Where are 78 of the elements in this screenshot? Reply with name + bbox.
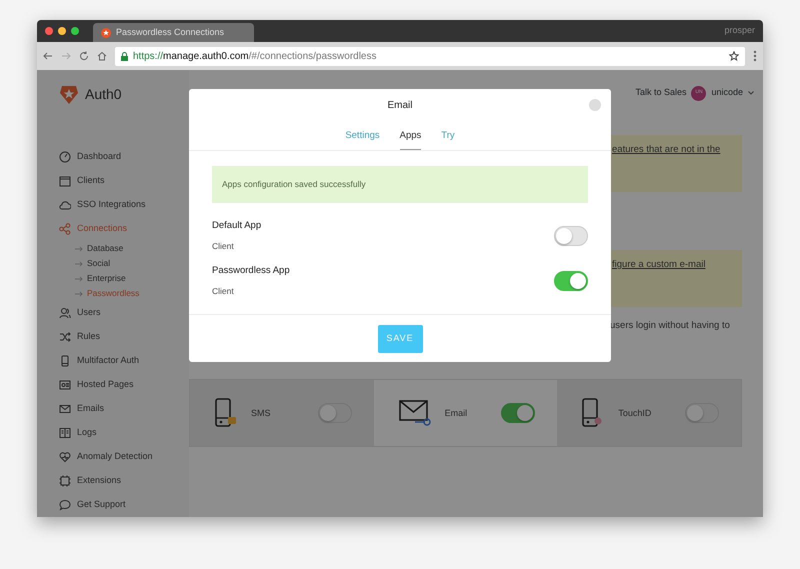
speech-bubble-icon (59, 499, 71, 511)
sidebar-item[interactable]: Emails (59, 397, 104, 421)
connection-card[interactable]: TouchID (557, 380, 742, 446)
sidebar-subitem[interactable]: Social (75, 256, 110, 271)
sidebar-item[interactable]: Users (59, 301, 101, 325)
envelope-icon (398, 400, 431, 426)
arrow-icon (75, 276, 83, 282)
modal-tab[interactable]: Settings (345, 129, 380, 150)
phone-icon (59, 355, 71, 367)
app-name: Default App (212, 219, 262, 234)
connection-name: SMS (251, 406, 271, 420)
modal-tab[interactable]: Try (441, 129, 455, 150)
toggle-switch[interactable] (318, 403, 352, 424)
sidebar-item[interactable]: Extensions (59, 469, 122, 493)
toggle-switch[interactable] (554, 226, 588, 246)
reload-icon[interactable] (79, 51, 89, 61)
user-menu[interactable]: unicode (711, 86, 743, 100)
phone-icon (582, 398, 604, 428)
sidebar-item[interactable]: Clients (59, 169, 105, 193)
sidebar-item[interactable]: Dashboard (59, 145, 122, 169)
close-window-icon[interactable] (45, 27, 53, 35)
toggle-switch[interactable] (501, 403, 536, 424)
sidebar-item[interactable]: Hosted Pages (59, 373, 134, 397)
sidebar-subitem[interactable]: Passwordless (75, 286, 140, 301)
sidebar-subitem[interactable]: Database (75, 241, 124, 256)
home-icon[interactable] (97, 51, 107, 61)
nodes-icon (59, 223, 71, 235)
heart-icon (59, 451, 71, 463)
success-alert: Apps configuration saved successfully (212, 166, 588, 204)
sidebar-item[interactable]: Logs (59, 421, 97, 445)
shuffle-icon (59, 331, 71, 343)
arrow-icon (75, 290, 83, 296)
phone-icon (215, 398, 237, 428)
modal-tab[interactable]: Apps (400, 129, 422, 150)
caret-icon[interactable] (748, 91, 754, 95)
browser-tab[interactable]: Passwordless Connections (93, 23, 254, 42)
minimize-window-icon[interactable] (58, 27, 66, 35)
connection-card[interactable]: SMS (190, 380, 374, 446)
talk-to-sales-link[interactable]: Talk to Sales (635, 86, 686, 100)
connection-card[interactable]: Email (374, 380, 558, 446)
notice-link[interactable]: eatures that are not in the (612, 144, 720, 155)
back-icon[interactable] (43, 51, 53, 61)
gauge-icon (59, 151, 71, 163)
star-shield-icon (101, 28, 111, 38)
connection-name: Email (444, 406, 468, 420)
window-icon (59, 175, 71, 187)
logo-icon (59, 84, 79, 104)
notice-link[interactable]: figure a custom e-mail (612, 259, 706, 270)
toggle-switch[interactable] (554, 270, 588, 291)
app-type: Client (212, 284, 235, 298)
menu-icon[interactable] (753, 50, 757, 62)
profile-name: prosper (724, 24, 755, 38)
sidebar-item[interactable]: Get Support (59, 493, 126, 517)
sidebar-item[interactable]: Anomaly Detection (59, 445, 153, 469)
cloud-icon (59, 199, 71, 211)
app-name: Passwordless App (212, 264, 290, 278)
maximize-window-icon[interactable] (71, 27, 79, 35)
app-type: Client (212, 240, 235, 252)
modal-title: Email (386, 99, 414, 113)
bookmark-star-icon[interactable] (729, 51, 739, 61)
address-bar[interactable]: https://manage.auth0.com/#/connections/passwordless (115, 46, 745, 66)
connection-name: TouchID (618, 406, 652, 420)
sidebar-subitem[interactable]: Enterprise (75, 271, 126, 286)
envelope-icon (59, 403, 71, 415)
sidebar-item[interactable]: Connections (59, 217, 128, 241)
sidebar-item[interactable]: Multifactor Auth (59, 349, 140, 373)
page-icon (59, 379, 71, 391)
sidebar-item[interactable]: Rules (59, 325, 100, 349)
arrow-icon (75, 246, 83, 252)
toggle-switch[interactable] (685, 403, 720, 424)
book-icon (59, 427, 71, 439)
lock-icon (121, 52, 128, 60)
users-icon (59, 307, 71, 319)
url-text: https://manage.auth0.com/#/connections/passwordless (133, 50, 376, 64)
chip-icon (59, 475, 71, 487)
logo-text: Auth0 (85, 85, 122, 104)
sidebar-item[interactable]: SSO Integrations (59, 193, 146, 217)
arrow-icon (75, 260, 83, 266)
